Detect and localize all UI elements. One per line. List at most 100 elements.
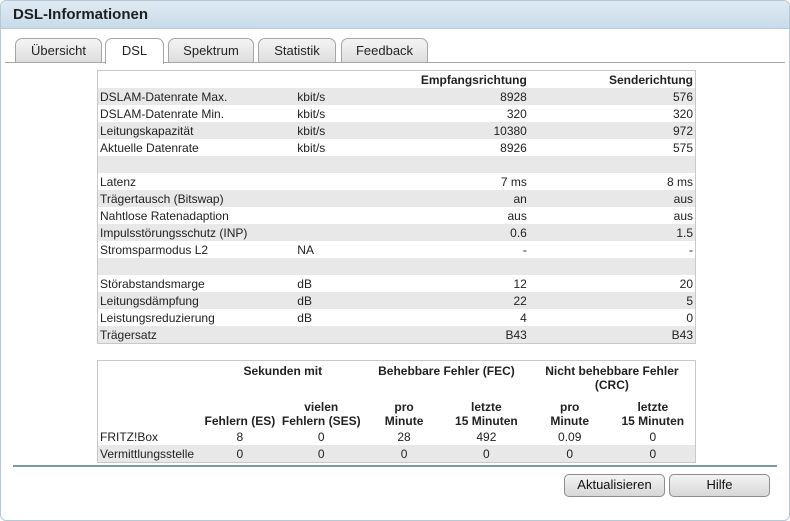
tab-feedback[interactable]: Feedback xyxy=(341,38,428,62)
row-label: Impulsstörungsschutz (INP) xyxy=(97,224,296,241)
row-rx-value: 22 xyxy=(355,292,529,309)
subheader-crc-letzte-15: letzte 15 Minuten xyxy=(621,400,685,428)
line-info-table: Empfangsrichtung Senderichtung DSLAM-Dat… xyxy=(97,70,696,344)
table-row: Trägertausch (Bitswap) an aus xyxy=(97,190,696,207)
footer-divider xyxy=(13,465,777,467)
window-title: DSL-Informationen xyxy=(13,6,148,23)
tab-uebersicht[interactable]: Übersicht xyxy=(15,38,102,62)
row-unit: dB xyxy=(297,310,312,325)
row-label: DSLAM-Datenrate Min. xyxy=(100,106,225,121)
row-tx-value: 0 xyxy=(686,310,693,325)
error-subheader-row: Fehlern (ES) vielen Fehlern (SES) pro Minu… xyxy=(98,398,696,428)
row-tx-value: 575 xyxy=(672,140,693,155)
subheader-fec-pro-minute: pro Minute xyxy=(384,400,424,428)
row-tx-value: aus xyxy=(673,208,693,223)
row-label: Trägertausch (Bitswap) xyxy=(97,190,296,207)
table-row: DSLAM-Datenrate Min. kbit/s 320 320 xyxy=(98,105,696,122)
row-unit xyxy=(295,207,355,224)
row-rx-value: an xyxy=(355,190,529,207)
row-unit: dB xyxy=(297,276,312,291)
tab-dsl[interactable]: DSL xyxy=(105,38,164,64)
table-row: Aktuelle Datenrate kbit/s 8926 575 xyxy=(98,139,696,156)
row-unit xyxy=(295,156,356,173)
row-unit: kbit/s xyxy=(295,88,356,105)
table-row: Trägersatz B43 B43 xyxy=(97,326,696,344)
row-tx-value: - xyxy=(689,242,693,257)
row-tx-value: B43 xyxy=(528,326,696,344)
row-rx-value: - xyxy=(522,242,527,257)
subheader-fec-letzte-15: letzte 15 Minuten xyxy=(455,400,518,428)
row-rx-value: 320 xyxy=(506,106,527,121)
row-unit: kbit/s xyxy=(297,140,326,155)
row-rx-value: 10380 xyxy=(355,122,529,139)
table-row: Leitungskapazität kbit/s 10380 972 xyxy=(97,122,696,139)
row-unit xyxy=(295,190,356,207)
error-row-label: FRITZ!Box xyxy=(100,429,159,444)
row-tx-value: aus xyxy=(528,190,696,207)
row-unit xyxy=(295,326,356,344)
row-label: Leistungsreduzierung xyxy=(100,310,215,325)
header-senderichtung: Senderichtung xyxy=(608,72,693,87)
table-row: Störabstandsmarge dB 12 20 xyxy=(98,275,696,292)
row-tx-value: 576 xyxy=(528,88,696,105)
row-unit: NA xyxy=(297,242,314,257)
row-rx-value: 4 xyxy=(520,310,527,325)
header-sekunden-mit: Sekunden mit xyxy=(243,364,323,378)
row-rx-value: aus xyxy=(507,208,527,223)
row-label xyxy=(97,258,296,275)
row-label: Störabstandsmarge xyxy=(100,276,205,291)
fec-15min-value: 0 xyxy=(443,445,529,463)
row-label: Leitungskapazität xyxy=(97,122,296,139)
fec-per-minute-value: 0 xyxy=(364,445,444,463)
crc-per-minute-value: 0.09 xyxy=(558,429,582,444)
row-label xyxy=(97,156,296,173)
fec-per-minute-value: 28 xyxy=(397,429,411,444)
error-row-label: Vermittlungsstelle xyxy=(97,445,202,463)
row-tx-value: 320 xyxy=(672,106,693,121)
row-rx-value xyxy=(355,156,529,173)
dsl-info-window: DSL-Informationen Übersicht DSL Spektrum… xyxy=(0,0,790,521)
row-tx-value: 20 xyxy=(679,276,693,291)
table-row: DSLAM-Datenrate Max. kbit/s 8928 576 xyxy=(97,88,696,105)
row-unit xyxy=(295,173,355,190)
table-row: Latenz 7 ms 8 ms xyxy=(98,173,696,190)
es-value: 8 xyxy=(236,429,244,444)
subheader-crc-pro-minute: pro Minute xyxy=(550,400,590,428)
crc-15min-value: 0 xyxy=(649,429,657,444)
tab-spektrum[interactable]: Spektrum xyxy=(168,38,254,62)
row-label: Aktuelle Datenrate xyxy=(100,140,199,155)
row-label: Leitungsdämpfung xyxy=(97,292,296,309)
row-unit: kbit/s xyxy=(295,122,356,139)
row-unit: kbit/s xyxy=(297,106,326,121)
row-rx-value: 7 ms xyxy=(500,174,527,189)
error-stats-table: Sekunden mit Behebbare Fehler (FEC) Nich… xyxy=(97,360,696,463)
row-unit: dB xyxy=(295,292,356,309)
tab-statistik[interactable]: Statistik xyxy=(258,38,336,62)
row-rx-value: 0.6 xyxy=(355,224,529,241)
row-label: Trägersatz xyxy=(97,326,296,344)
fec-15min-value: 492 xyxy=(476,429,497,444)
es-value: 0 xyxy=(201,445,279,463)
row-unit xyxy=(295,258,356,275)
header-fec: Behebbare Fehler (FEC) xyxy=(378,364,515,378)
help-button[interactable]: Hilfe xyxy=(669,474,770,497)
spacer-row xyxy=(97,156,696,173)
header-empfangsrichtung: Empfangsrichtung xyxy=(420,72,527,87)
crc-per-minute-value: 0 xyxy=(528,445,611,463)
ses-value: 0 xyxy=(317,429,325,444)
spacer-row xyxy=(97,258,696,275)
table-row: Stromsparmodus L2 NA - - xyxy=(98,241,696,258)
row-label: Stromsparmodus L2 xyxy=(100,242,209,257)
row-tx-value: 1.5 xyxy=(528,224,696,241)
error-row: FRITZ!Box 8 0 28 492 0.09 0 xyxy=(98,428,696,445)
row-tx-value xyxy=(528,156,696,173)
table-row: Nahtlose Ratenadaption aus aus xyxy=(98,207,696,224)
row-rx-value: 8926 xyxy=(500,140,527,155)
row-rx-value: B43 xyxy=(355,326,529,344)
ses-value: 0 xyxy=(278,445,365,463)
refresh-button[interactable]: Aktualisieren xyxy=(564,474,665,497)
row-label: Nahtlose Ratenadaption xyxy=(100,208,229,223)
row-tx-value: 5 xyxy=(528,292,696,309)
row-label: DSLAM-Datenrate Max. xyxy=(97,88,296,105)
row-tx-value: 8 ms xyxy=(666,174,693,189)
